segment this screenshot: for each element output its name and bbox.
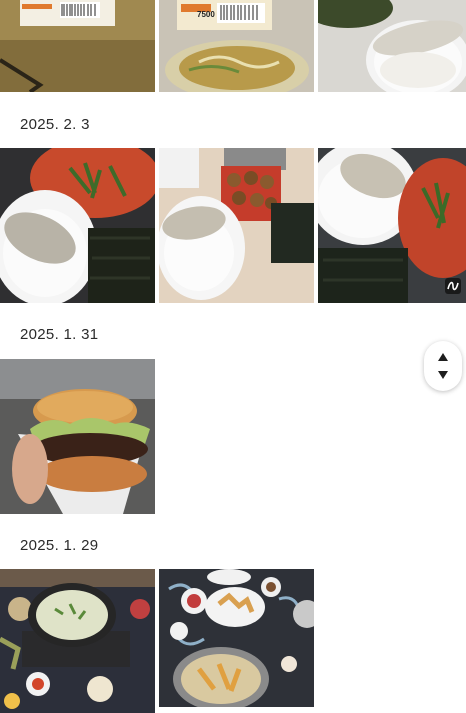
photo-thumbnail[interactable]	[0, 569, 155, 713]
noodle-soup-container-image	[159, 0, 314, 92]
scroll-control	[424, 341, 462, 391]
photo-thumbnail[interactable]	[159, 148, 314, 303]
chicken-seaweed-kimchi-image	[318, 148, 466, 303]
photo-thumbnail[interactable]	[318, 148, 466, 303]
hotpot-table-image	[0, 569, 155, 713]
live-photo-icon	[445, 278, 461, 294]
korean-table-spread-image	[159, 569, 314, 707]
date-header: 2025. 2. 3	[20, 116, 90, 133]
triangle-down-icon	[438, 371, 448, 379]
photo-thumbnail[interactable]	[318, 0, 466, 92]
price-label: 7500	[197, 10, 215, 19]
scroll-down-button[interactable]	[424, 365, 462, 385]
photo-thumbnail[interactable]	[0, 0, 155, 92]
scroll-up-button[interactable]	[424, 347, 462, 367]
chicken-kimchi-seaweed-image	[0, 148, 155, 303]
photo-thumbnail[interactable]	[0, 359, 155, 514]
chicken-quail-eggs-image	[159, 148, 314, 303]
photo-thumbnail[interactable]: 7500	[159, 0, 314, 92]
burger-image	[0, 359, 155, 514]
date-header: 2025. 1. 29	[20, 537, 99, 554]
triangle-up-icon	[438, 353, 448, 361]
photo-thumbnail[interactable]	[0, 148, 155, 303]
packaged-meal-image	[0, 0, 155, 92]
photo-thumbnail[interactable]	[159, 569, 314, 707]
chicken-rice-image	[318, 0, 466, 92]
date-header: 2025. 1. 31	[20, 326, 99, 343]
